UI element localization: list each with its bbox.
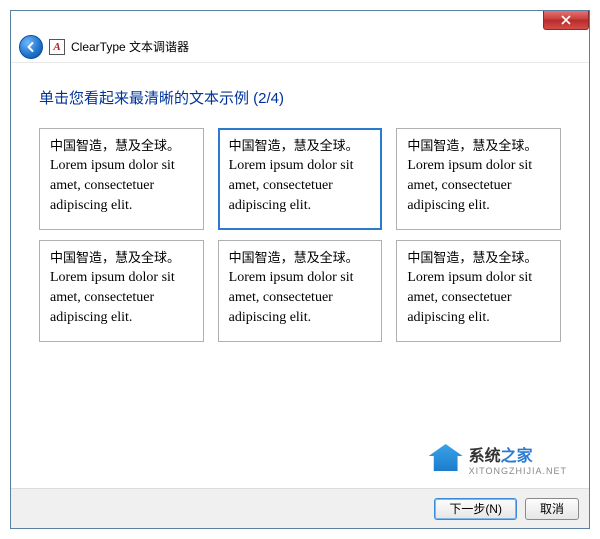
sample-cjk: 中国智造，慧及全球。 bbox=[50, 138, 180, 153]
sample-latin: Lorem ipsum dolor sit amet, consectetuer… bbox=[229, 270, 354, 326]
sample-cjk: 中国智造，慧及全球。 bbox=[229, 250, 359, 265]
next-button[interactable]: 下一步(N) bbox=[434, 498, 517, 520]
content-area: 单击您看起来最清晰的文本示例 (2/4) 中国智造，慧及全球。 Lorem ip… bbox=[11, 63, 589, 488]
footer: 下一步(N) 取消 bbox=[11, 488, 589, 528]
close-button[interactable] bbox=[543, 11, 589, 30]
sample-grid: 中国智造，慧及全球。 Lorem ipsum dolor sit amet, c… bbox=[39, 128, 561, 342]
titlebar bbox=[11, 11, 589, 31]
app-icon: A bbox=[49, 39, 65, 55]
sample-cjk: 中国智造，慧及全球。 bbox=[407, 250, 537, 265]
sample-latin: Lorem ipsum dolor sit amet, consectetuer… bbox=[50, 270, 175, 326]
sample-latin: Lorem ipsum dolor sit amet, consectetuer… bbox=[407, 158, 532, 214]
text-sample-4[interactable]: 中国智造，慧及全球。 Lorem ipsum dolor sit amet, c… bbox=[39, 240, 204, 342]
sample-latin: Lorem ipsum dolor sit amet, consectetuer… bbox=[407, 270, 532, 326]
text-sample-6[interactable]: 中国智造，慧及全球。 Lorem ipsum dolor sit amet, c… bbox=[396, 240, 561, 342]
sample-cjk: 中国智造，慧及全球。 bbox=[229, 138, 359, 153]
sample-latin: Lorem ipsum dolor sit amet, consectetuer… bbox=[229, 158, 354, 214]
sample-latin: Lorem ipsum dolor sit amet, consectetuer… bbox=[50, 158, 175, 214]
dialog-window: A ClearType 文本调谐器 单击您看起来最清晰的文本示例 (2/4) 中… bbox=[10, 10, 590, 529]
app-icon-letter: A bbox=[53, 41, 60, 53]
close-icon bbox=[561, 15, 571, 25]
app-title: ClearType 文本调谐器 bbox=[71, 38, 189, 55]
arrow-left-icon bbox=[25, 41, 37, 53]
text-sample-3[interactable]: 中国智造，慧及全球。 Lorem ipsum dolor sit amet, c… bbox=[396, 128, 561, 230]
sample-cjk: 中国智造，慧及全球。 bbox=[50, 250, 180, 265]
toolbar: A ClearType 文本调谐器 bbox=[11, 31, 589, 63]
text-sample-1[interactable]: 中国智造，慧及全球。 Lorem ipsum dolor sit amet, c… bbox=[39, 128, 204, 230]
sample-cjk: 中国智造，慧及全球。 bbox=[407, 138, 537, 153]
text-sample-5[interactable]: 中国智造，慧及全球。 Lorem ipsum dolor sit amet, c… bbox=[218, 240, 383, 342]
back-button[interactable] bbox=[19, 35, 43, 59]
cancel-button[interactable]: 取消 bbox=[525, 498, 579, 520]
page-heading: 单击您看起来最清晰的文本示例 (2/4) bbox=[39, 87, 561, 108]
text-sample-2[interactable]: 中国智造，慧及全球。 Lorem ipsum dolor sit amet, c… bbox=[218, 128, 383, 230]
